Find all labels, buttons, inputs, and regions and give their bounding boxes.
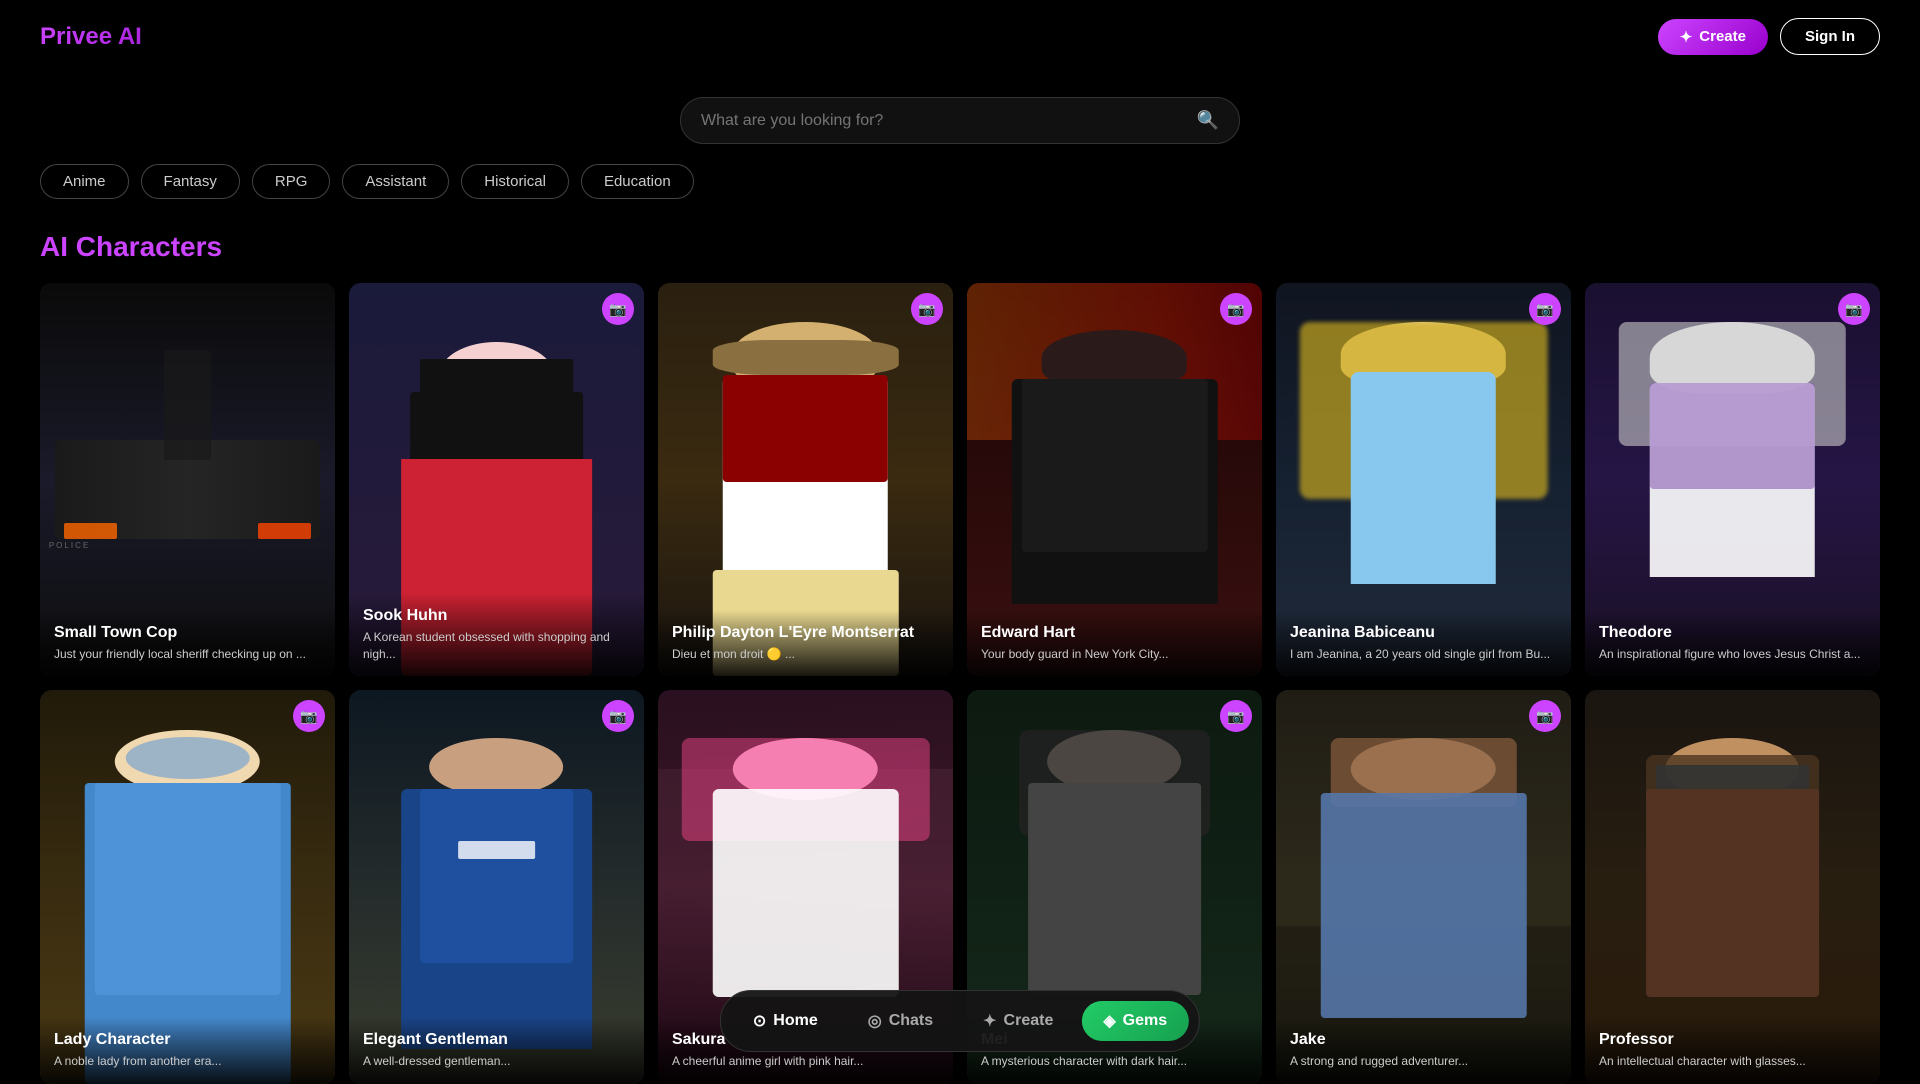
card-desc-sakura: A cheerful anime girl with pink hair... (672, 1053, 939, 1070)
card-overlay-small-town-cop: Small Town Cop Just your friendly local … (40, 610, 335, 677)
header-actions: ✦ Create Sign In (1658, 18, 1880, 55)
search-icon[interactable]: 🔍 (1197, 110, 1219, 131)
create-button[interactable]: ✦ Create (1658, 19, 1768, 55)
card-desc-professor: An intellectual character with glasses..… (1599, 1053, 1866, 1070)
home-icon: ⊙ (753, 1011, 766, 1031)
filter-tags: Anime Fantasy RPG Assistant Historical E… (0, 164, 1920, 199)
character-card-jeanina[interactable]: 📷 Jeanina Babiceanu I am Jeanina, a 20 y… (1276, 283, 1571, 676)
search-section: 🔍 (0, 97, 1920, 144)
camera-icon-sook-huhn[interactable]: 📷 (602, 293, 634, 325)
card-desc-gentleman: A well-dressed gentleman... (363, 1053, 630, 1070)
characters-grid-row1: POLICE Small Town Cop Just your friendly… (0, 283, 1920, 676)
card-name-small-town-cop: Small Town Cop (54, 624, 321, 642)
character-card-edward-hart[interactable]: 📷 Edward Hart Your body guard in New Yor… (967, 283, 1262, 676)
card-name-professor: Professor (1599, 1031, 1866, 1049)
card-name-lady: Lady Character (54, 1031, 321, 1049)
card-overlay-sook-huhn: Sook Huhn A Korean student obsessed with… (349, 593, 644, 677)
gems-label: Gems (1123, 1012, 1167, 1030)
card-desc-philip-dayton: Dieu et mon droit 🟡 ... (672, 646, 939, 663)
nav-chats[interactable]: ◎ Chats (846, 1001, 955, 1041)
filter-rpg[interactable]: RPG (252, 164, 331, 199)
card-desc-theodore: An inspirational figure who loves Jesus … (1599, 646, 1866, 663)
card-name-philip-dayton: Philip Dayton L'Eyre Montserrat (672, 624, 939, 642)
nav-home[interactable]: ⊙ Home (731, 1001, 840, 1041)
header: Privee AI ✦ Create Sign In (0, 0, 1920, 73)
app-logo: Privee AI (40, 23, 142, 51)
filter-assistant[interactable]: Assistant (342, 164, 449, 199)
card-desc-jake: A strong and rugged adventurer... (1290, 1053, 1557, 1070)
filter-historical[interactable]: Historical (461, 164, 569, 199)
camera-icon-theodore[interactable]: 📷 (1838, 293, 1870, 325)
search-bar: 🔍 (680, 97, 1240, 144)
sign-in-button[interactable]: Sign In (1780, 18, 1880, 55)
character-card-theodore[interactable]: 📷 Theodore An inspirational figure who l… (1585, 283, 1880, 676)
camera-icon-jeanina[interactable]: 📷 (1529, 293, 1561, 325)
card-desc-small-town-cop: Just your friendly local sheriff checkin… (54, 646, 321, 663)
card-desc-edward-hart: Your body guard in New York City... (981, 646, 1248, 663)
card-name-theodore: Theodore (1599, 624, 1866, 642)
character-card-small-town-cop[interactable]: POLICE Small Town Cop Just your friendly… (40, 283, 335, 676)
bottom-navigation: ⊙ Home ◎ Chats ✦ Create ◈ Gems (720, 990, 1200, 1052)
home-label: Home (773, 1012, 817, 1030)
chats-icon: ◎ (868, 1011, 882, 1031)
card-overlay-edward-hart: Edward Hart Your body guard in New York … (967, 610, 1262, 677)
card-name-jake: Jake (1290, 1031, 1557, 1049)
filter-anime[interactable]: Anime (40, 164, 129, 199)
create-label: Create (1699, 28, 1746, 45)
character-card-lady[interactable]: 📷 Lady Character A noble lady from anoth… (40, 690, 335, 1083)
ai-characters-title: AI Characters (0, 231, 1920, 263)
card-desc-mei: A mysterious character with dark hair... (981, 1053, 1248, 1070)
character-card-gentleman[interactable]: 📷 Elegant Gentleman A well-dressed gentl… (349, 690, 644, 1083)
create-icon: ✦ (1680, 28, 1693, 46)
card-overlay-lady: Lady Character A noble lady from another… (40, 1017, 335, 1084)
card-name-jeanina: Jeanina Babiceanu (1290, 624, 1557, 642)
character-card-jake[interactable]: 📷 Jake A strong and rugged adventurer... (1276, 690, 1571, 1083)
card-overlay-philip-dayton: Philip Dayton L'Eyre Montserrat Dieu et … (658, 610, 953, 677)
filter-fantasy[interactable]: Fantasy (141, 164, 240, 199)
camera-icon-philip-dayton[interactable]: 📷 (911, 293, 943, 325)
chats-label: Chats (889, 1012, 933, 1030)
gems-icon: ◈ (1103, 1011, 1115, 1031)
card-overlay-professor: Professor An intellectual character with… (1585, 1017, 1880, 1084)
card-overlay-jeanina: Jeanina Babiceanu I am Jeanina, a 20 yea… (1276, 610, 1571, 677)
character-card-sook-huhn[interactable]: 📷 Sook Huhn A Korean student obsessed wi… (349, 283, 644, 676)
card-overlay-theodore: Theodore An inspirational figure who lov… (1585, 610, 1880, 677)
card-name-edward-hart: Edward Hart (981, 624, 1248, 642)
character-card-professor[interactable]: Professor An intellectual character with… (1585, 690, 1880, 1083)
card-overlay-gentleman: Elegant Gentleman A well-dressed gentlem… (349, 1017, 644, 1084)
card-overlay-jake: Jake A strong and rugged adventurer... (1276, 1017, 1571, 1084)
card-desc-sook-huhn: A Korean student obsessed with shopping … (363, 629, 630, 663)
create-nav-icon: ✦ (983, 1011, 996, 1031)
camera-icon-edward-hart[interactable]: 📷 (1220, 293, 1252, 325)
nav-create[interactable]: ✦ Create (961, 1001, 1075, 1041)
card-name-gentleman: Elegant Gentleman (363, 1031, 630, 1049)
create-nav-label: Create (1004, 1012, 1054, 1030)
search-input[interactable] (701, 112, 1187, 130)
card-desc-jeanina: I am Jeanina, a 20 years old single girl… (1290, 646, 1557, 663)
card-desc-lady: A noble lady from another era... (54, 1053, 321, 1070)
card-name-sook-huhn: Sook Huhn (363, 607, 630, 625)
character-card-philip-dayton[interactable]: 📷 Philip Dayton L'Eyre Montserrat Dieu e… (658, 283, 953, 676)
filter-education[interactable]: Education (581, 164, 694, 199)
nav-gems[interactable]: ◈ Gems (1081, 1001, 1189, 1041)
